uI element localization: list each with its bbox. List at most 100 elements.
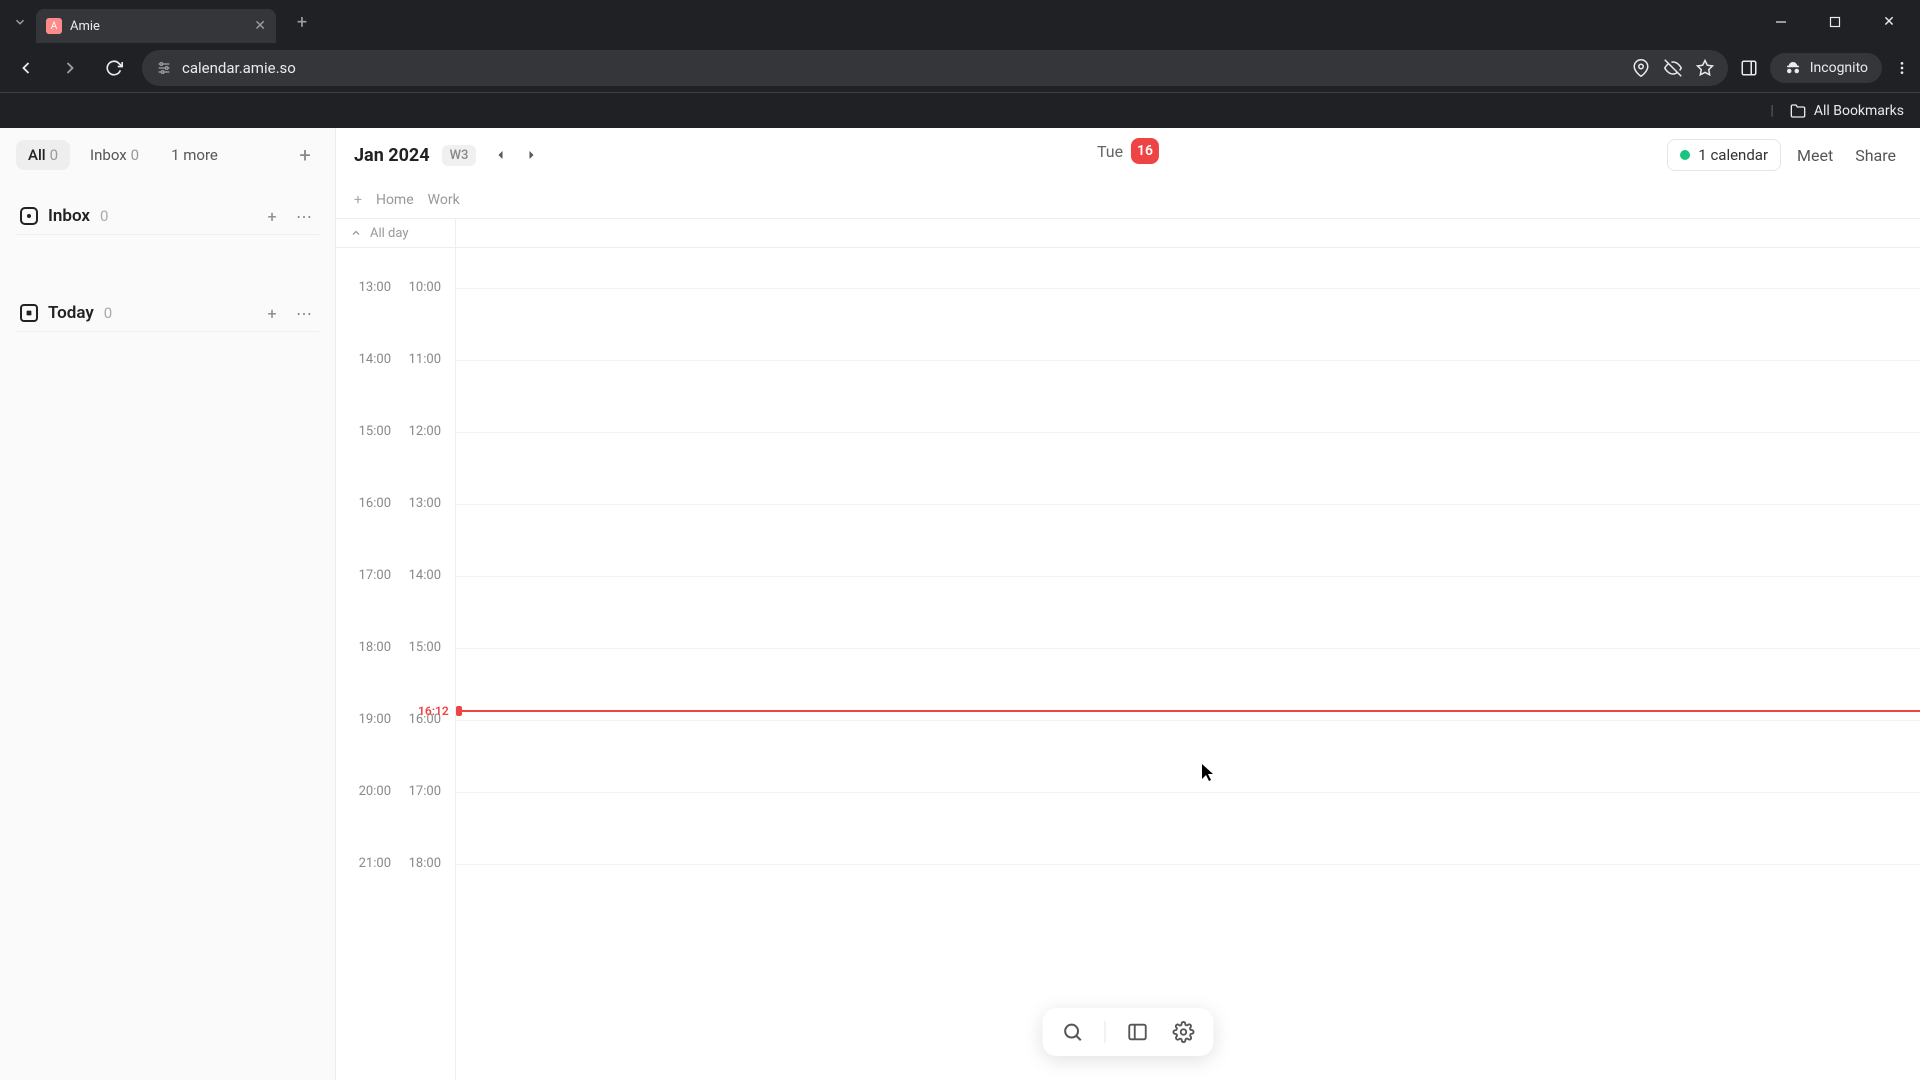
pill-count: 0: [50, 146, 58, 164]
divider: |: [1770, 103, 1773, 119]
allday-row: All day: [336, 218, 1920, 248]
bookmarks-bar: | All Bookmarks: [0, 92, 1920, 128]
inbox-icon: [20, 207, 38, 225]
list-section-today: Today 0 + ⋯: [16, 295, 319, 332]
grid-line: [456, 432, 1920, 433]
address-bar[interactable]: calendar.amie.so: [142, 50, 1728, 86]
close-window-button[interactable]: ✕: [1866, 6, 1912, 38]
time-label: 15:0012:00: [336, 424, 455, 439]
time-label: 14:0011:00: [336, 352, 455, 367]
day-number-badge: 16: [1131, 138, 1159, 164]
grid-line: [456, 720, 1920, 721]
share-button[interactable]: Share: [1849, 142, 1902, 169]
time-label: 17:0014:00: [336, 568, 455, 583]
now-marker: [456, 706, 462, 716]
incognito-icon: [1784, 59, 1802, 77]
list-section-inbox: Inbox 0 + ⋯: [16, 198, 319, 235]
list-count: 0: [100, 207, 108, 225]
browser-tab[interactable]: A Amie ✕: [36, 9, 276, 43]
browser-chrome: A Amie ✕ + ✕ calendar.ami: [0, 0, 1920, 128]
toggle-sidebar-button[interactable]: [1124, 1018, 1152, 1046]
tab-title: Amie: [70, 19, 246, 34]
time-label: 16:0013:00: [336, 496, 455, 511]
reload-button[interactable]: [98, 52, 130, 84]
bottom-toolbar: [1043, 1008, 1214, 1056]
forward-button[interactable]: [54, 52, 86, 84]
list-title: Today: [48, 303, 94, 323]
sidebar-tabs: All 0 Inbox 0 1 more +: [16, 140, 319, 170]
tab-search-dropdown[interactable]: [8, 10, 32, 34]
pill-count: 0: [131, 146, 139, 164]
site-settings-icon[interactable]: [156, 60, 172, 76]
grid-line: [456, 864, 1920, 865]
list-count: 0: [104, 304, 112, 322]
add-timezone-button[interactable]: +: [354, 192, 362, 208]
grid-line: [456, 288, 1920, 289]
timezone-home[interactable]: Home: [376, 192, 414, 208]
status-dot-icon: [1680, 150, 1690, 160]
timezone-work[interactable]: Work: [428, 192, 460, 208]
time-label: 20:0017:00: [336, 784, 455, 799]
grid-line: [456, 360, 1920, 361]
list-add-button[interactable]: +: [261, 207, 283, 226]
browser-menu-icon[interactable]: [1894, 60, 1910, 76]
list-more-button[interactable]: ⋯: [293, 304, 315, 323]
all-bookmarks-button[interactable]: All Bookmarks: [1814, 103, 1904, 119]
sidebar-add-button[interactable]: +: [291, 141, 319, 169]
timezone-row: + Home Work: [336, 182, 1920, 218]
incognito-badge[interactable]: Incognito: [1770, 53, 1882, 83]
sidebar: All 0 Inbox 0 1 more + Inbox 0 + ⋯: [0, 128, 336, 1080]
list-more-button[interactable]: ⋯: [293, 207, 315, 226]
address-row: calendar.amie.so Incognito: [0, 44, 1920, 92]
day-name: Tue: [1097, 142, 1123, 161]
time-gutter: 13:0010:0014:0011:0015:0012:0016:0013:00…: [336, 248, 456, 1080]
url-text: calendar.amie.so: [182, 59, 296, 77]
month-title: Jan 2024: [354, 145, 430, 166]
divider: [1105, 1021, 1106, 1043]
list-add-button[interactable]: +: [261, 304, 283, 323]
grid-line: [456, 792, 1920, 793]
new-tab-button[interactable]: +: [288, 8, 316, 36]
maximize-button[interactable]: [1812, 6, 1858, 38]
side-panel-icon[interactable]: [1740, 59, 1758, 77]
collapse-allday-icon[interactable]: [350, 227, 362, 239]
search-button[interactable]: [1059, 1018, 1087, 1046]
time-label: 21:0018:00: [336, 856, 455, 871]
location-icon[interactable]: [1632, 59, 1650, 77]
tab-bar: A Amie ✕ + ✕: [0, 0, 1920, 44]
list-header[interactable]: Today 0 + ⋯: [16, 295, 319, 332]
next-week-button[interactable]: [518, 142, 544, 168]
calendar-selector[interactable]: 1 calendar: [1667, 139, 1781, 171]
grid-line: [456, 648, 1920, 649]
app: All 0 Inbox 0 1 more + Inbox 0 + ⋯: [0, 128, 1920, 1080]
sidebar-tab-inbox[interactable]: Inbox 0: [78, 140, 151, 170]
meet-button[interactable]: Meet: [1791, 142, 1839, 169]
main: Jan 2024 W3 Tue 16 1 calendar Meet: [336, 128, 1920, 1080]
back-button[interactable]: [10, 52, 42, 84]
tracking-blocked-icon[interactable]: [1664, 59, 1682, 77]
calendar-count-label: 1 calendar: [1698, 146, 1768, 164]
grid-line: [456, 504, 1920, 505]
now-label: 16:12: [418, 704, 449, 718]
pill-label: Inbox: [90, 146, 127, 164]
bookmark-star-icon[interactable]: [1696, 59, 1714, 77]
minimize-button[interactable]: [1758, 6, 1804, 38]
grid-line: [456, 576, 1920, 577]
settings-button[interactable]: [1170, 1018, 1198, 1046]
week-badge: W3: [442, 145, 477, 166]
day-header: Tue 16: [1097, 138, 1159, 164]
time-label: 18:0015:00: [336, 640, 455, 655]
window-controls: ✕: [1758, 6, 1912, 38]
calendar-grid[interactable]: 13:0010:0014:0011:0015:0012:0016:0013:00…: [336, 248, 1920, 1080]
prev-week-button[interactable]: [488, 142, 514, 168]
pill-label: All: [28, 146, 46, 164]
sidebar-tab-all[interactable]: All 0: [16, 140, 70, 170]
now-line: [456, 710, 1920, 712]
grid-lines: [456, 248, 1920, 1080]
sidebar-tab-more[interactable]: 1 more: [159, 140, 230, 170]
list-header[interactable]: Inbox 0 + ⋯: [16, 198, 319, 235]
tab-favicon: A: [46, 18, 62, 34]
close-tab-icon[interactable]: ✕: [254, 18, 266, 34]
incognito-label: Incognito: [1810, 60, 1868, 76]
list-title: Inbox: [48, 206, 90, 226]
